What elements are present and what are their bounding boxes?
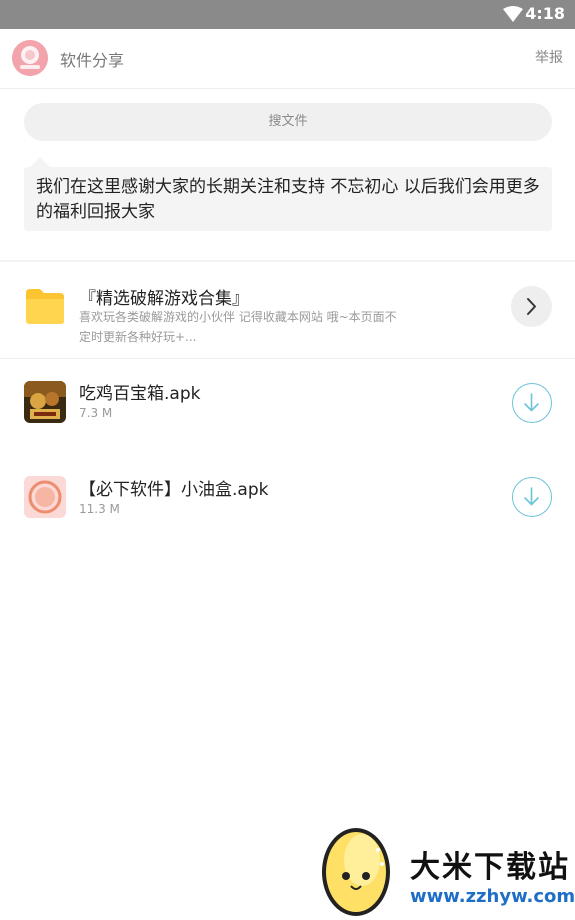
file-size: 7.3 M bbox=[79, 406, 113, 420]
search-input[interactable]: 搜文件 bbox=[24, 103, 552, 141]
list-item-subtitle: 喜欢玩各类破解游戏的小伙伴 记得收藏本网站 哦~本页面不定时更新各种好玩+... bbox=[79, 310, 397, 344]
download-button[interactable] bbox=[512, 383, 552, 423]
watermark: 大米下载站 www.zzhyw.com bbox=[318, 820, 575, 918]
list-item-file[interactable]: 【必下软件】小油盒.apk 11.3 M bbox=[0, 453, 575, 549]
watermark-url: www.zzhyw.com bbox=[410, 886, 575, 907]
download-icon bbox=[524, 393, 539, 412]
rice-mascot-logo bbox=[322, 828, 390, 916]
wifi-icon bbox=[503, 6, 523, 22]
game-app-icon bbox=[24, 381, 66, 423]
notice-text: 我们在这里感谢大家的长期关注和支持 不忘初心 以后我们会用更多的福利回报大家 bbox=[36, 177, 540, 222]
notice-message: 我们在这里感谢大家的长期关注和支持 不忘初心 以后我们会用更多的福利回报大家 bbox=[24, 167, 552, 231]
page-title: 软件分享 bbox=[60, 51, 125, 70]
open-folder-button[interactable] bbox=[511, 286, 552, 327]
status-bar: 4:18 bbox=[0, 0, 575, 29]
watermark-name: 大米下载站 bbox=[410, 850, 570, 885]
report-link[interactable]: 举报 bbox=[535, 47, 563, 67]
youhe-app-icon bbox=[24, 476, 66, 518]
list-item-file[interactable]: 吃鸡百宝箱.apk 7.3 M bbox=[0, 359, 575, 453]
logo-avatar-icon[interactable] bbox=[12, 40, 48, 76]
folder-icon bbox=[26, 289, 64, 324]
status-time: 4:18 bbox=[525, 4, 565, 23]
list-item-folder[interactable]: 『精选破解游戏合集』 喜欢玩各类破解游戏的小伙伴 记得收藏本网站 哦~本页面不定… bbox=[0, 262, 575, 358]
notice-tail bbox=[30, 157, 50, 167]
list-item-title: 吃鸡百宝箱.apk bbox=[79, 384, 201, 404]
list-item-title: 【必下软件】小油盒.apk bbox=[79, 480, 269, 500]
download-icon bbox=[524, 487, 539, 506]
download-button[interactable] bbox=[512, 477, 552, 517]
list-item-title: 『精选破解游戏合集』 bbox=[79, 289, 249, 309]
chevron-right-icon bbox=[527, 298, 536, 315]
search-placeholder: 搜文件 bbox=[268, 114, 308, 129]
app-header: 软件分享 举报 bbox=[0, 29, 575, 89]
file-size: 11.3 M bbox=[79, 502, 120, 516]
